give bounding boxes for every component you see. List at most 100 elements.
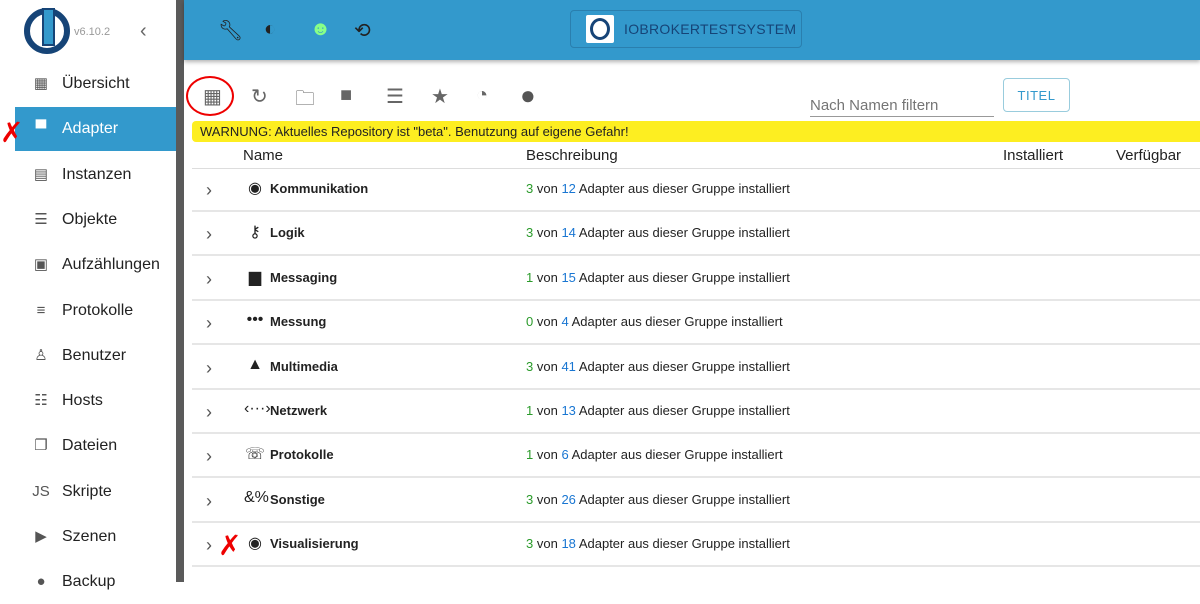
sidebar-item-bersicht[interactable]: ▦ Übersicht (15, 62, 176, 106)
description-suffix: Adapter aus dieser Gruppe installiert (571, 314, 783, 330)
installed-count: 0 (526, 314, 534, 330)
table-row[interactable]: › ◉ Kommunikation 3 von 12 Adapter aus d… (192, 168, 1200, 212)
installed-count: 3 (526, 536, 534, 552)
sidebar-item-szenen[interactable]: ▶ Szenen (15, 515, 176, 559)
group-description: 1 von 15 Adapter aus dieser Gruppe insta… (526, 270, 790, 285)
files-icon: ❐ (34, 437, 48, 455)
table-row[interactable]: › &% Sonstige 3 von 26 Adapter aus diese… (192, 479, 1200, 523)
table-row[interactable]: › ▆ Messaging 1 von 15 Adapter aus diese… (192, 257, 1200, 301)
version-label: v6.10.2 (74, 26, 111, 38)
description-suffix: Adapter aus dieser Gruppe installiert (578, 181, 790, 196)
table-row[interactable]: › ◉ Visualisierung 3 von 18 Adapter aus … (192, 523, 1200, 568)
column-header-available[interactable]: Verfügbar (1116, 147, 1181, 164)
sidebar-item-hosts[interactable]: ☷ Hosts (15, 379, 176, 423)
name-filter-input[interactable] (810, 86, 994, 117)
total-count: 4 (561, 314, 569, 330)
sidebar-item-label: Hosts (62, 392, 103, 410)
list-view-icon[interactable]: ☰ (386, 84, 404, 109)
von-label: von (536, 269, 558, 285)
sidebar-item-label: Adapter (62, 120, 119, 138)
enum-icon: ▣ (33, 256, 49, 274)
sidebar-item-protokolle[interactable]: ≡ Protokolle (15, 289, 176, 333)
host-button[interactable]: IOBROKERTESTSYSTEM (570, 10, 802, 48)
expand-chevron-icon[interactable]: › (206, 358, 212, 379)
user-icon: ♙ (34, 346, 48, 364)
js-icon: JS (32, 482, 50, 500)
description-suffix: Adapter aus dieser Gruppe installiert (578, 358, 790, 374)
eye-icon: ◉ (248, 535, 262, 553)
red-annotation-circle (186, 76, 234, 116)
sidebar-item-instanzen[interactable]: ▤ Instanzen (15, 153, 176, 197)
group-description: 1 von 6 Adapter aus dieser Gruppe instal… (526, 447, 783, 462)
group-description: 3 von 26 Adapter aus dieser Gruppe insta… (526, 492, 790, 507)
top-bar: 🔧︎ ◐ ☻ ⟲ IOBROKERTESTSYSTEM (184, 0, 1200, 60)
instances-icon: ▤ (33, 165, 49, 183)
expert-mode-icon[interactable]: ☻ (310, 18, 331, 41)
group-name: Messung (270, 314, 327, 330)
sidebar-item-backup[interactable]: ● Backup (15, 560, 176, 604)
sidebar-item-skripte[interactable]: JS Skripte (15, 470, 176, 514)
installed-count: 3 (526, 225, 534, 241)
key-icon: ⚷ (249, 224, 261, 242)
sidebar-item-objekte[interactable]: ☰ Objekte (15, 198, 176, 242)
installed-count: 1 (526, 403, 534, 418)
folder-icon[interactable]: ■ (340, 84, 352, 107)
expand-chevron-icon[interactable]: › (206, 180, 212, 201)
total-count: 13 (561, 403, 576, 418)
expand-chevron-icon[interactable]: › (206, 491, 212, 512)
backup-icon: ● (36, 573, 46, 591)
refresh-icon[interactable]: ↻ (251, 84, 268, 109)
expand-chevron-icon[interactable]: › (206, 535, 212, 556)
column-header-name[interactable]: Name (243, 147, 283, 164)
table-row[interactable]: › ‹···› Netzwerk 1 von 13 Adapter aus di… (192, 390, 1200, 434)
github-icon[interactable]: ● (520, 80, 536, 111)
expand-chevron-icon[interactable]: › (206, 402, 212, 423)
host-logo-icon (586, 15, 614, 43)
group-description: 0 von 4 Adapter aus dieser Gruppe instal… (526, 314, 783, 329)
group-name: Kommunikation (270, 181, 369, 196)
star-icon[interactable]: ★ (431, 84, 449, 109)
misc-symbols-icon: &% (244, 488, 269, 506)
column-header-installed[interactable]: Installiert (1003, 147, 1063, 164)
von-label: von (536, 403, 558, 418)
store-icon: ▀ (35, 120, 47, 138)
theme-toggle-icon[interactable]: ◐ (264, 18, 276, 41)
group-name: Netzwerk (270, 403, 328, 418)
sidebar-item-label: Aufzählungen (62, 256, 160, 274)
sidebar-item-benutzer[interactable]: ♙ Benutzer (15, 334, 176, 378)
group-description: 3 von 14 Adapter aus dieser Gruppe insta… (526, 225, 790, 240)
group-name: Multimedia (270, 358, 338, 374)
von-label: von (536, 447, 558, 463)
description-suffix: Adapter aus dieser Gruppe installiert (571, 447, 783, 463)
table-row[interactable]: › ▲ Multimedia 3 von 41 Adapter aus dies… (192, 346, 1200, 390)
group-name: Protokolle (270, 447, 334, 463)
expand-chevron-icon[interactable]: › (206, 446, 212, 467)
expand-chevron-icon[interactable]: › (206, 269, 212, 290)
folder-open-icon[interactable]: 🗀︎ (295, 84, 315, 118)
table-row[interactable]: › ☏ Protokolle 1 von 6 Adapter aus diese… (192, 434, 1200, 479)
list-icon: ☰ (34, 210, 48, 228)
update-history-icon[interactable]: ◔ (476, 84, 488, 107)
host-name: IOBROKERTESTSYSTEM (624, 21, 797, 37)
iobroker-logo (24, 8, 70, 54)
total-count: 26 (561, 491, 576, 507)
scenes-icon: ▶ (35, 528, 47, 545)
sidebar-item-label: Szenen (62, 528, 117, 545)
sidebar-item-label: Protokolle (62, 301, 134, 319)
sidebar-divider[interactable] (176, 0, 184, 582)
expand-chevron-icon[interactable]: › (206, 224, 212, 245)
sync-disabled-icon[interactable]: ⟲ (354, 18, 371, 43)
collapse-sidebar-icon[interactable]: ‹ (140, 20, 147, 43)
expand-chevron-icon[interactable]: › (206, 313, 212, 334)
installed-count: 3 (526, 181, 534, 196)
sidebar-item-aufzhlungen[interactable]: ▣ Aufzählungen (15, 243, 176, 287)
column-header-description[interactable]: Beschreibung (526, 147, 618, 164)
table-row[interactable]: › ⚷ Logik 3 von 14 Adapter aus dieser Gr… (192, 212, 1200, 257)
table-row[interactable]: › ••• Messung 0 von 4 Adapter aus dieser… (192, 301, 1200, 346)
sidebar-item-dateien[interactable]: ❐ Dateien (15, 424, 176, 468)
sidebar-item-adapter[interactable]: ▀ Adapter (15, 107, 176, 152)
installed-count: 3 (526, 358, 534, 374)
titel-button[interactable]: TITEL (1003, 78, 1070, 112)
sidebar-item-label: Objekte (62, 210, 118, 228)
wrench-icon[interactable]: 🔧︎ (218, 18, 243, 43)
